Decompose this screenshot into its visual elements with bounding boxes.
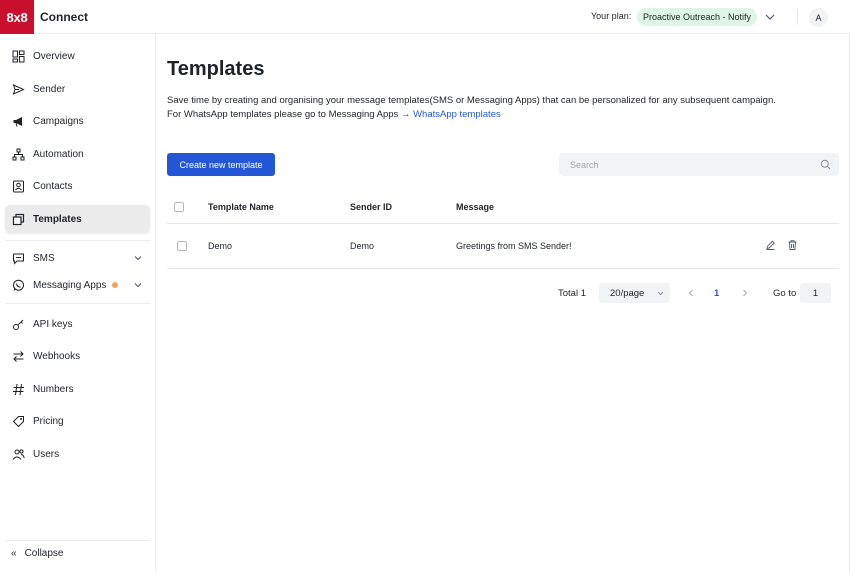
sidebar-item-label: Sender: [33, 83, 66, 95]
arrows-swap-icon: [12, 350, 25, 363]
users-icon: [12, 448, 25, 461]
sidebar-item-campaigns[interactable]: Campaigns: [5, 107, 150, 135]
search-box: [559, 153, 839, 176]
whatsapp-note-text: For WhatsApp templates please go to Mess…: [167, 109, 411, 120]
plan-badge[interactable]: Proactive Outreach - Notify: [637, 8, 758, 26]
whatsapp-templates-link[interactable]: WhatsApp templates: [413, 109, 501, 120]
templates-table: Template Name Sender ID Message Demo Dem…: [167, 190, 839, 269]
sidebar-item-label: Overview: [33, 50, 75, 62]
sidebar-item-pricing[interactable]: Pricing: [5, 407, 150, 435]
pencil-icon: [766, 240, 775, 250]
search-input[interactable]: [559, 153, 809, 176]
sidebar-item-webhooks[interactable]: Webhooks: [5, 342, 150, 370]
sidebar-item-sender[interactable]: Sender: [5, 75, 150, 103]
collapse-label: Collapse: [24, 547, 64, 559]
collapse-button[interactable]: « Collapse: [5, 542, 150, 564]
sidebar-item-automation[interactable]: Automation: [5, 140, 150, 168]
sidebar-item-templates[interactable]: Templates: [5, 205, 150, 233]
divider: [5, 303, 150, 304]
column-header-sender-id[interactable]: Sender ID: [350, 202, 392, 212]
sidebar: Overview Sender Campaigns Automation Con…: [0, 34, 156, 573]
chevron-down-icon: [657, 291, 664, 296]
select-all-checkbox[interactable]: [174, 201, 184, 212]
sidebar-item-sms[interactable]: SMS: [5, 244, 150, 272]
page-title: Templates: [167, 58, 265, 80]
megaphone-icon: [12, 115, 25, 128]
page-size-select[interactable]: 20/page: [599, 283, 670, 303]
double-chevron-left-icon: «: [11, 547, 17, 559]
search-icon[interactable]: [820, 159, 831, 170]
top-bar: 8x8 Connect Your plan: Proactive Outreac…: [0, 0, 850, 34]
brand-name: Connect: [40, 10, 88, 24]
sidebar-item-label: Automation: [33, 148, 84, 160]
pagination-total: Total 1: [558, 288, 586, 299]
hash-icon: [12, 383, 25, 396]
chat-bubble-icon: [12, 252, 25, 265]
page-size-value: 20/page: [610, 287, 645, 299]
create-template-button[interactable]: Create new template: [167, 153, 275, 176]
send-icon: [12, 83, 25, 96]
plan-label: Your plan:: [591, 11, 632, 21]
divider: [797, 9, 798, 25]
description-text: Save time by creating and organising you…: [167, 95, 776, 106]
divider: [5, 540, 150, 541]
templates-icon: [12, 213, 25, 226]
goto-label: Go to: [773, 288, 797, 299]
row-checkbox[interactable]: [177, 241, 187, 251]
trash-icon: [788, 240, 797, 250]
pagination: Total 1 20/page 1 Go to 1: [0, 283, 850, 303]
sidebar-item-label: Numbers: [33, 383, 74, 395]
sidebar-item-label: Users: [33, 448, 60, 460]
message-cell: Greetings from SMS Sender!: [456, 241, 572, 251]
sidebar-item-contacts[interactable]: Contacts: [5, 172, 150, 200]
sidebar-item-overview[interactable]: Overview: [5, 42, 150, 70]
sidebar-item-api-keys[interactable]: API keys: [5, 310, 150, 338]
flow-icon: [12, 148, 25, 161]
chevron-left-icon[interactable]: [686, 288, 696, 298]
app-window: 8x8 Connect Your plan: Proactive Outreac…: [0, 0, 850, 573]
sidebar-item-label: Webhooks: [33, 350, 81, 362]
overview-icon: [12, 50, 25, 63]
page-number-current[interactable]: 1: [714, 288, 719, 299]
template-name-cell: Demo: [208, 241, 233, 251]
sidebar-item-label: Templates: [33, 213, 82, 225]
goto-page-input[interactable]: 1: [800, 283, 831, 303]
whatsapp-note: For WhatsApp templates please go to Mess…: [167, 108, 807, 122]
divider: [5, 240, 150, 241]
table-row[interactable]: Demo Demo Greetings from SMS Sender!: [167, 224, 839, 269]
sidebar-item-users[interactable]: Users: [5, 440, 150, 468]
column-header-message[interactable]: Message: [456, 202, 494, 212]
sidebar-item-label: Campaigns: [33, 115, 84, 127]
column-header-template-name[interactable]: Template Name: [208, 202, 274, 212]
sidebar-item-label: Contacts: [33, 180, 73, 192]
sidebar-item-label: SMS: [33, 252, 55, 264]
chevron-right-icon[interactable]: [740, 288, 750, 298]
sender-id-cell: Demo: [350, 241, 375, 251]
delete-button[interactable]: [787, 240, 798, 253]
avatar[interactable]: A: [809, 8, 828, 27]
table-header: Template Name Sender ID Message: [167, 190, 839, 224]
page-description: Save time by creating and organising you…: [167, 94, 807, 122]
price-tag-icon: [12, 415, 25, 428]
sidebar-item-label: API keys: [33, 318, 73, 330]
sidebar-item-numbers[interactable]: Numbers: [5, 375, 150, 403]
chevron-down-icon: [134, 256, 142, 261]
brand-logo[interactable]: 8x8: [0, 0, 34, 34]
sidebar-item-label: Pricing: [33, 415, 64, 427]
edit-button[interactable]: [765, 240, 776, 253]
chevron-down-icon[interactable]: [765, 12, 775, 22]
contact-card-icon: [12, 180, 25, 193]
key-icon: [12, 318, 25, 331]
